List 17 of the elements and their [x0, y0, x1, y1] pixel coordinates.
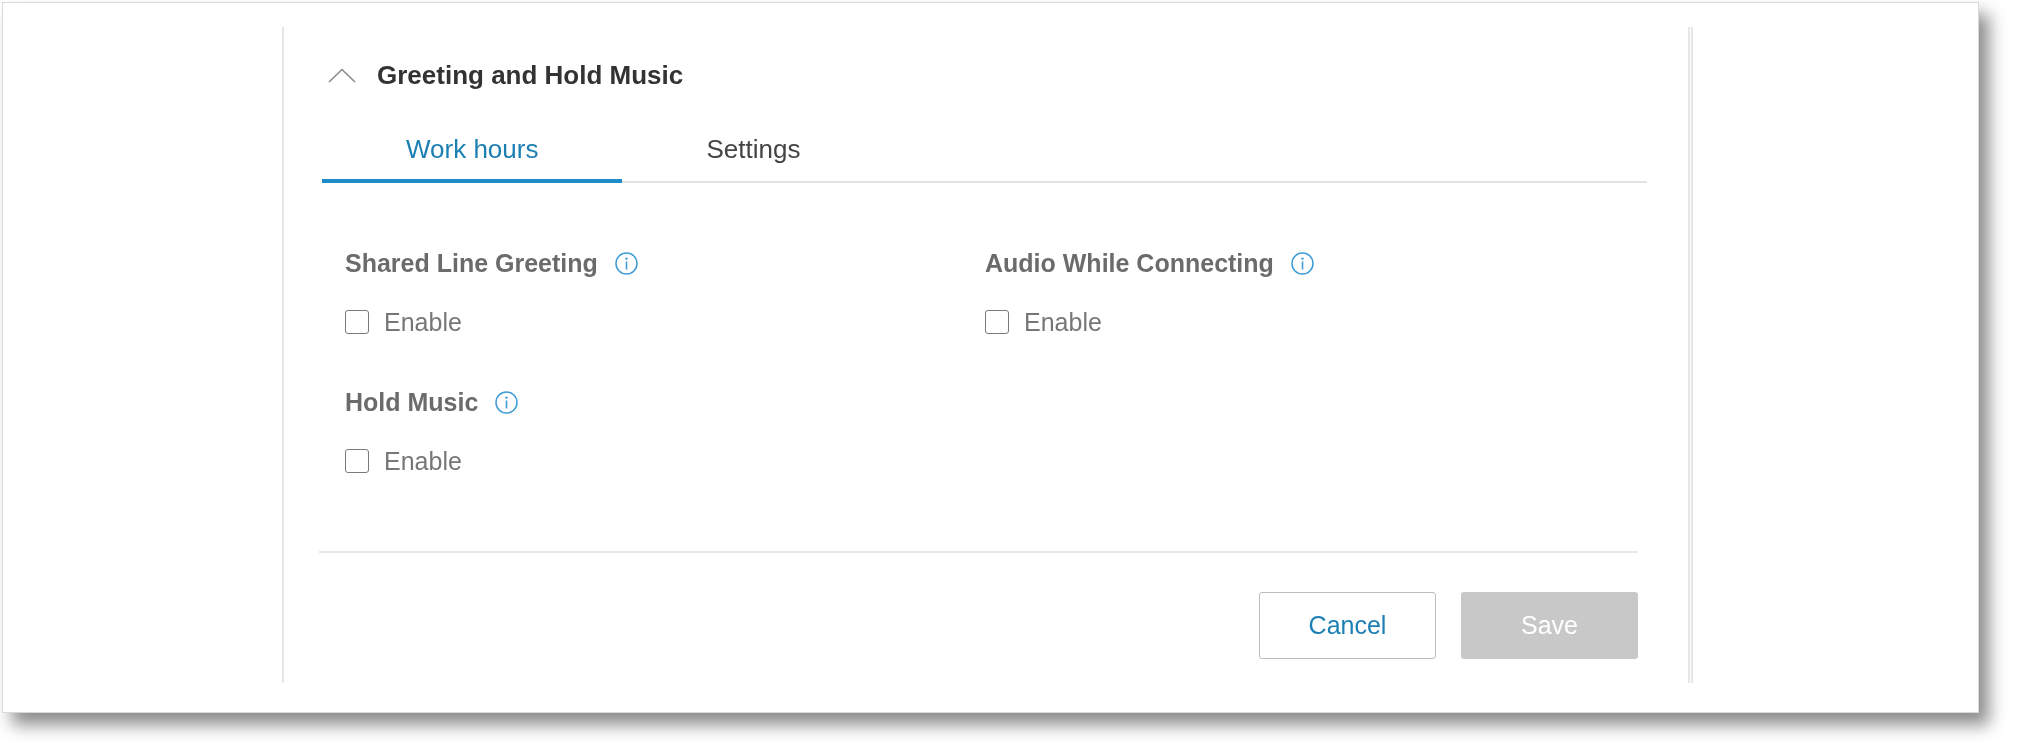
field-label: Hold Music	[345, 387, 479, 417]
checkbox-label: Enable	[384, 307, 462, 337]
tab[interactable]: Settings	[622, 115, 885, 183]
info-icon[interactable]	[1290, 251, 1314, 275]
field-label: Audio While Connecting	[985, 248, 1274, 278]
checkbox[interactable]	[345, 449, 369, 473]
cancel-button[interactable]: Cancel	[1259, 592, 1436, 659]
info-icon[interactable]	[614, 251, 638, 275]
checkbox[interactable]	[985, 310, 1009, 334]
tab[interactable]: Work hours	[322, 115, 623, 183]
info-icon[interactable]	[495, 390, 519, 414]
field-label: Shared Line Greeting	[345, 248, 598, 278]
chevron-up-icon[interactable]	[328, 67, 356, 83]
checkbox-label: Enable	[1024, 307, 1102, 337]
checkbox[interactable]	[345, 310, 369, 334]
checkbox-label: Enable	[384, 446, 462, 476]
section-title: Greeting and Hold Music	[377, 60, 684, 90]
